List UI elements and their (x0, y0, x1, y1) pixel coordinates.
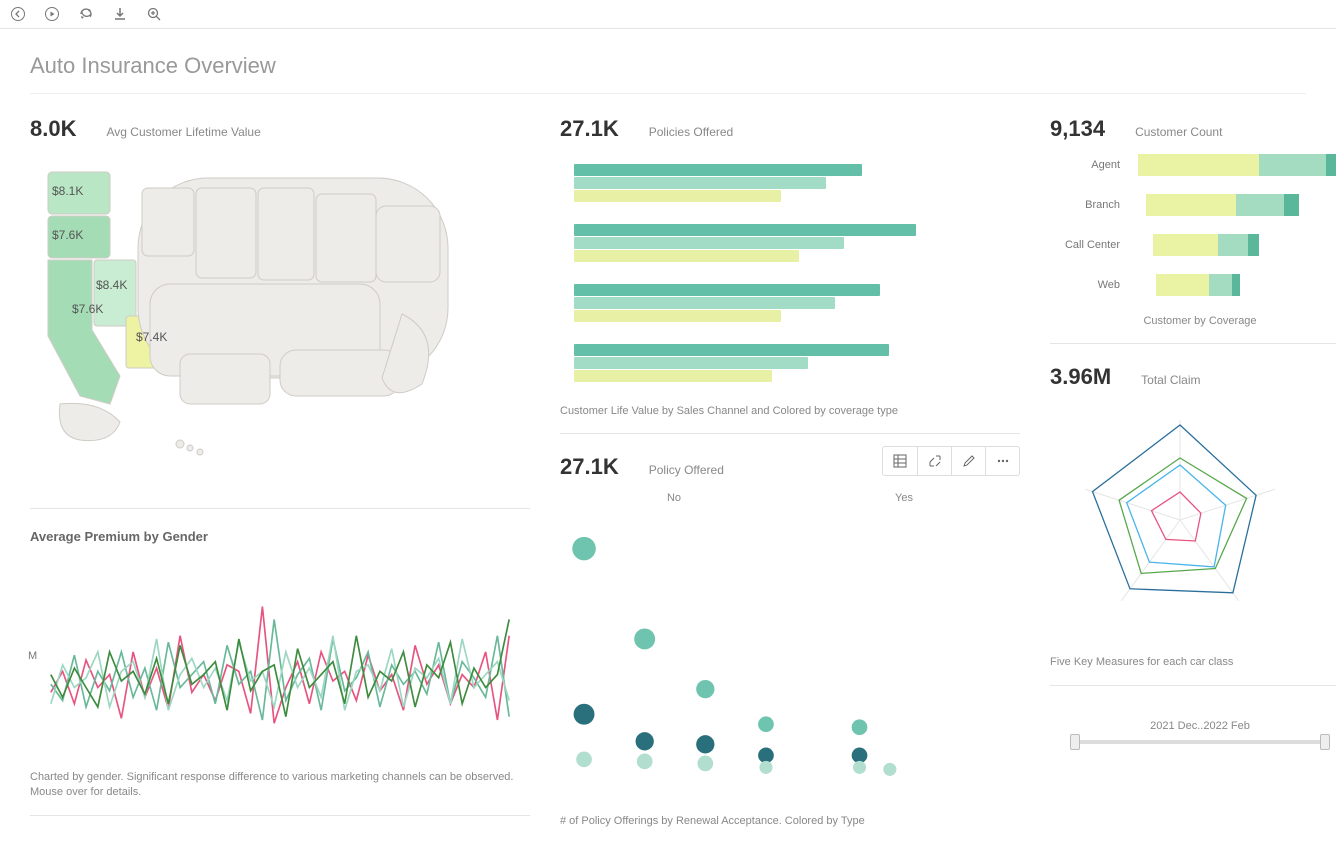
slider-handle-right[interactable] (1320, 734, 1330, 750)
customer-label: Customer Count (1135, 125, 1222, 139)
time-slider-panel: 2021 Dec..2022 Feb (1050, 726, 1336, 766)
zoom-icon[interactable] (146, 6, 162, 22)
scatter-kpi: 27.1K (560, 454, 619, 480)
toolbar (0, 0, 1336, 29)
clv-kpi: 8.0K (30, 116, 76, 142)
time-slider[interactable]: 2021 Dec..2022 Feb (1050, 726, 1336, 766)
policies-chart[interactable] (560, 154, 1020, 382)
play-icon[interactable] (44, 6, 60, 22)
claim-panel: 3.96M Total Claim Five Key Measures for … (1050, 364, 1336, 685)
gender-yaxis: M (28, 650, 37, 662)
panel-tools (882, 446, 1020, 476)
claim-label: Total Claim (1141, 373, 1200, 387)
gender-caption: Charted by gender. Significant response … (30, 770, 530, 801)
customer-kpi: 9,134 (1050, 116, 1105, 142)
scatter-col-no: No (667, 492, 681, 504)
us-map[interactable]: $8.1K $7.6K $8.4K $7.6K $7.4K (30, 154, 530, 494)
scatter-caption: # of Policy Offerings by Renewal Accepta… (560, 814, 1020, 829)
gender-title: Average Premium by Gender (30, 529, 530, 544)
policies-panel: 27.1K Policies Offered Customer Life Val… (560, 116, 1020, 434)
premium-gender-chart[interactable]: M (30, 560, 530, 760)
refresh-icon[interactable] (78, 6, 94, 22)
scatter-col-yes: Yes (895, 492, 913, 504)
customer-chart[interactable]: AgentBranchCall CenterWeb (1050, 154, 1336, 296)
page-title: Auto Insurance Overview (30, 53, 1306, 94)
back-icon[interactable] (10, 6, 26, 22)
scatter-chart[interactable] (560, 504, 1020, 804)
claim-caption: Five Key Measures for each car class (1050, 655, 1336, 670)
clv-map-panel: 8.0K Avg Customer Lifetime Value (30, 116, 530, 816)
slider-handle-left[interactable] (1070, 734, 1080, 750)
expand-icon[interactable] (917, 447, 951, 475)
clv-label: Avg Customer Lifetime Value (106, 125, 260, 139)
slider-label: 2021 Dec..2022 Feb (1050, 720, 1336, 732)
scatter-panel: 27.1K Policy Offered No Yes # of Policy … (560, 454, 1020, 829)
radar-chart[interactable] (1050, 402, 1336, 645)
table-view-icon[interactable] (883, 447, 917, 475)
customer-panel: 9,134 Customer Count AgentBranchCall Cen… (1050, 116, 1336, 344)
policies-kpi: 27.1K (560, 116, 619, 142)
edit-icon[interactable] (951, 447, 985, 475)
scatter-label: Policy Offered (649, 463, 724, 477)
customer-caption: Customer by Coverage (1050, 314, 1336, 329)
more-icon[interactable] (985, 447, 1019, 475)
download-icon[interactable] (112, 6, 128, 22)
policies-caption: Customer Life Value by Sales Channel and… (560, 404, 1020, 419)
claim-kpi: 3.96M (1050, 364, 1111, 390)
policies-label: Policies Offered (649, 125, 734, 139)
